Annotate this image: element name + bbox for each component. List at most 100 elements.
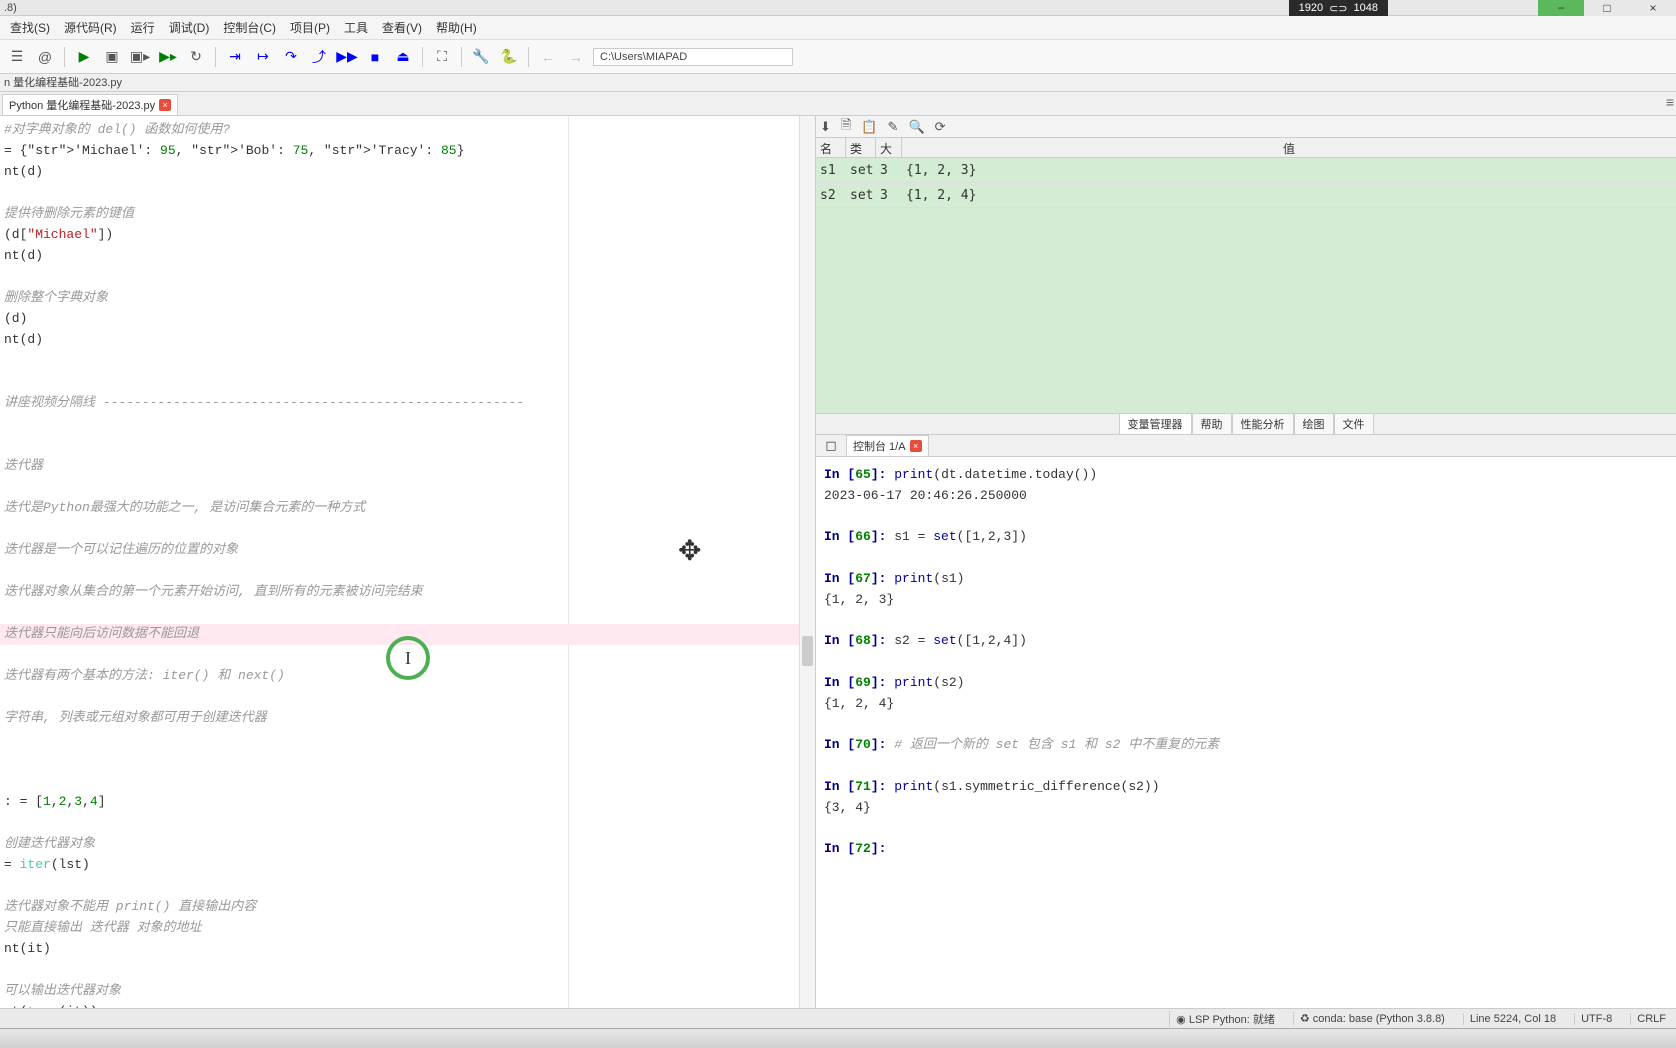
- code-line[interactable]: #对字典对象的 del() 函数如何使用?: [0, 120, 815, 141]
- code-line[interactable]: 迭代是Python最强大的功能之一, 是访问集合元素的一种方式: [0, 498, 815, 519]
- code-line[interactable]: 删除整个字典对象: [0, 288, 815, 309]
- col-name[interactable]: 名称: [816, 138, 846, 157]
- var-toolbar-icon[interactable]: ✎: [888, 119, 899, 135]
- code-line[interactable]: [0, 519, 815, 540]
- working-dir-input[interactable]: C:\Users\MIAPAD: [593, 48, 793, 66]
- editor-tab[interactable]: Python 量化编程基础-2023.py ×: [2, 94, 178, 115]
- code-line[interactable]: (d["Michael"]): [0, 225, 815, 246]
- code-line[interactable]: 迭代器对象不能用 print() 直接输出内容: [0, 897, 815, 918]
- menu-item[interactable]: 帮助(H): [430, 17, 483, 38]
- run-cell-icon[interactable]: ▣: [101, 46, 123, 68]
- menu-item[interactable]: 运行: [125, 17, 161, 38]
- tab-close-icon[interactable]: ×: [159, 99, 171, 111]
- tab-options-icon[interactable]: ≡: [1666, 94, 1674, 110]
- menu-item[interactable]: 项目(P): [284, 17, 336, 38]
- menu-item[interactable]: 工具: [338, 17, 374, 38]
- code-line[interactable]: [0, 876, 815, 897]
- variable-row[interactable]: s1set3{1, 2, 3}: [816, 158, 1676, 183]
- code-line[interactable]: 迭代器对象从集合的第一个元素开始访问, 直到所有的元素被访问完结束: [0, 582, 815, 603]
- editor-scrollbar[interactable]: [799, 116, 815, 1028]
- col-size[interactable]: 大小: [876, 138, 902, 157]
- code-line[interactable]: 迭代器: [0, 456, 815, 477]
- code-line[interactable]: 可以输出迭代器对象: [0, 981, 815, 1002]
- code-line[interactable]: [0, 603, 815, 624]
- debug-exit-icon[interactable]: ⏏: [392, 46, 414, 68]
- rerun-icon[interactable]: ↻: [185, 46, 207, 68]
- col-type[interactable]: 类型: [846, 138, 876, 157]
- minimize-button[interactable]: −: [1538, 0, 1584, 16]
- code-line[interactable]: [0, 561, 815, 582]
- status-position[interactable]: Line 5224, Col 18: [1463, 1013, 1562, 1025]
- code-line[interactable]: = {"str">'Michael': 95, "str">'Bob': 75,…: [0, 141, 815, 162]
- status-encoding[interactable]: UTF-8: [1574, 1013, 1618, 1025]
- status-lsp[interactable]: ◉ LSP Python: 就绪: [1169, 1011, 1281, 1027]
- code-line[interactable]: [0, 267, 815, 288]
- debug-step-icon[interactable]: ↦: [252, 46, 274, 68]
- var-toolbar-icon[interactable]: ⬇: [820, 119, 831, 135]
- code-line[interactable]: [0, 750, 815, 771]
- console-menu-icon[interactable]: ◻: [820, 434, 842, 456]
- code-line[interactable]: (d): [0, 309, 815, 330]
- menu-item[interactable]: 控制台(C): [217, 17, 282, 38]
- scrollbar-thumb[interactable]: [802, 636, 813, 666]
- forward-icon[interactable]: →: [565, 46, 587, 68]
- maximize-button[interactable]: □: [1584, 0, 1630, 16]
- code-line[interactable]: 迭代器只能向后访问数据不能回退: [0, 624, 815, 645]
- menu-item[interactable]: 调试(D): [163, 17, 216, 38]
- var-toolbar-icon[interactable]: 🗎: [841, 116, 851, 138]
- menu-item[interactable]: 查看(V): [376, 17, 428, 38]
- run-icon[interactable]: ▶: [73, 46, 95, 68]
- code-line[interactable]: [0, 813, 815, 834]
- pane-tab[interactable]: 绘图: [1294, 413, 1334, 434]
- code-line[interactable]: [0, 729, 815, 750]
- code-line[interactable]: 讲座视频分隔线 --------------------------------…: [0, 393, 815, 414]
- code-line[interactable]: nt(d): [0, 162, 815, 183]
- code-line[interactable]: 创建迭代器对象: [0, 834, 815, 855]
- code-line[interactable]: [0, 351, 815, 372]
- variable-explorer[interactable]: s1set3{1, 2, 3}s2set3{1, 2, 4}: [816, 158, 1676, 413]
- code-line[interactable]: [0, 414, 815, 435]
- code-line[interactable]: [0, 477, 815, 498]
- python-path-icon[interactable]: 🐍: [498, 46, 520, 68]
- code-line[interactable]: : = [1,2,3,4]: [0, 792, 815, 813]
- var-toolbar-icon[interactable]: 📋: [861, 119, 877, 135]
- run-cell-advance-icon[interactable]: ▣▸: [129, 46, 151, 68]
- code-line[interactable]: nt(d): [0, 246, 815, 267]
- back-icon[interactable]: ←: [537, 46, 559, 68]
- debug-step-over-icon[interactable]: ↷: [280, 46, 302, 68]
- pane-tab[interactable]: 帮助: [1192, 413, 1232, 434]
- at-icon[interactable]: @: [34, 46, 56, 68]
- status-eol[interactable]: CRLF: [1630, 1013, 1672, 1025]
- pane-tab[interactable]: 变量管理器: [1119, 413, 1192, 434]
- pane-tab[interactable]: 性能分析: [1232, 413, 1294, 434]
- maximize-pane-icon[interactable]: ⛶: [431, 46, 453, 68]
- close-button[interactable]: ×: [1630, 0, 1676, 16]
- console-tab-close-icon[interactable]: ×: [910, 440, 922, 452]
- ipython-console[interactable]: In [65]: print(dt.datetime.today())2023-…: [816, 457, 1676, 1008]
- code-line[interactable]: 迭代器有两个基本的方法: iter() 和 next(): [0, 666, 815, 687]
- status-conda[interactable]: ♻ conda: base (Python 3.8.8): [1293, 1012, 1451, 1025]
- code-line[interactable]: nt(d): [0, 330, 815, 351]
- code-line[interactable]: [0, 771, 815, 792]
- col-value[interactable]: 值: [902, 138, 1676, 157]
- run-selection-icon[interactable]: ▶▸: [157, 46, 179, 68]
- debug-continue-icon[interactable]: ▶▶: [336, 46, 358, 68]
- menu-item[interactable]: 源代码(R): [58, 17, 123, 38]
- code-line[interactable]: [0, 960, 815, 981]
- preferences-icon[interactable]: 🔧: [470, 46, 492, 68]
- code-line[interactable]: [0, 435, 815, 456]
- console-tab[interactable]: 控制台 1/A ×: [846, 435, 929, 456]
- stop-icon[interactable]: ■: [364, 46, 386, 68]
- debug-step-out-icon[interactable]: ⤴: [308, 46, 330, 68]
- code-line[interactable]: 迭代器是一个可以记住遍历的位置的对象: [0, 540, 815, 561]
- code-line[interactable]: 只能直接输出 迭代器 对象的地址: [0, 918, 815, 939]
- var-toolbar-icon[interactable]: ⟳: [935, 119, 946, 135]
- code-line[interactable]: [0, 687, 815, 708]
- code-line[interactable]: 字符串, 列表或元组对象都可用于创建迭代器: [0, 708, 815, 729]
- var-toolbar-icon[interactable]: 🔍: [908, 119, 924, 135]
- code-line[interactable]: = iter(lst): [0, 855, 815, 876]
- code-line[interactable]: [0, 645, 815, 666]
- code-line[interactable]: nt(it): [0, 939, 815, 960]
- variable-row[interactable]: s2set3{1, 2, 4}: [816, 183, 1676, 208]
- os-taskbar[interactable]: [0, 1028, 1676, 1048]
